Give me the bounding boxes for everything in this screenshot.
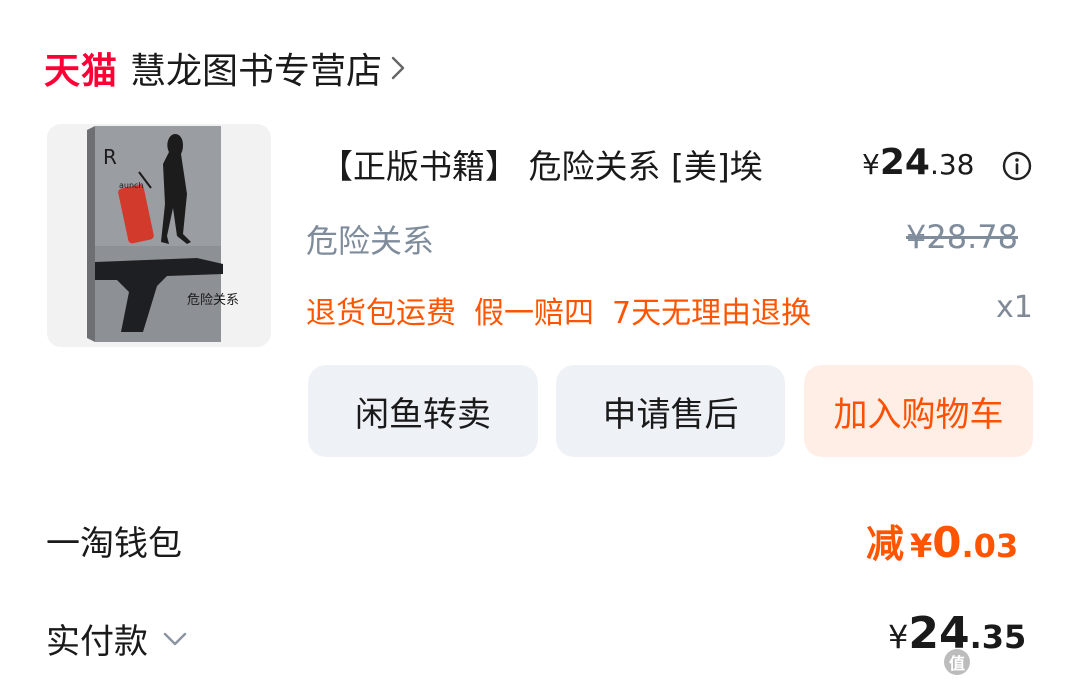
product-price: ¥24.38: [862, 142, 974, 183]
discount-integer: 0: [932, 518, 962, 567]
wallet-discount: 减 ¥0.03: [866, 513, 1018, 568]
quantity: x1: [996, 290, 1033, 325]
service-tag: 退货包运费: [306, 296, 456, 331]
price-integer: 24: [879, 142, 930, 183]
chevron-right-icon[interactable]: [390, 54, 406, 82]
service-tags: 退货包运费 假一赔四 7天无理由退换: [306, 288, 829, 332]
watermark-badge-icon: 值: [944, 649, 970, 675]
paid-amount-toggle[interactable]: 实付款: [46, 614, 188, 663]
store-name[interactable]: 慧龙图书专营店: [130, 42, 382, 94]
discount-currency: ¥: [910, 527, 933, 565]
store-header[interactable]: 天猫 慧龙图书专营店: [44, 42, 406, 94]
service-tag: 7天无理由退换: [612, 296, 812, 331]
wallet-label: 一淘钱包: [46, 524, 182, 564]
tmall-logo: 天猫: [44, 51, 119, 92]
watermark: 值 什么值得买: [944, 646, 1080, 678]
after-sale-button[interactable]: 申请售后: [556, 365, 785, 457]
product-title[interactable]: 【正版书籍】 危险关系 [美]埃: [320, 140, 763, 188]
discount-word: 减: [866, 522, 905, 566]
service-tag: 假一赔四: [474, 296, 594, 331]
price-decimal: .38: [929, 148, 975, 181]
paid-currency: ¥: [888, 618, 909, 656]
price-currency: ¥: [862, 148, 880, 181]
info-icon[interactable]: [1002, 151, 1032, 181]
watermark-text: 什么值得买: [976, 652, 1080, 677]
add-to-cart-button[interactable]: 加入购物车: [804, 365, 1033, 457]
resell-button[interactable]: 闲鱼转卖: [308, 365, 538, 457]
paid-label: 实付款: [46, 622, 148, 662]
cover-letter-r: R: [103, 145, 117, 169]
product-cover-image[interactable]: R aunch 危险关系: [47, 124, 271, 347]
chevron-down-icon[interactable]: [162, 631, 188, 647]
original-price: ¥28.78: [906, 218, 1018, 256]
cover-small-text: aunch: [119, 181, 144, 190]
discount-decimal: .03: [961, 527, 1019, 565]
cover-title-bottom: 危险关系: [187, 293, 239, 308]
product-subtitle: 危险关系: [306, 222, 435, 260]
